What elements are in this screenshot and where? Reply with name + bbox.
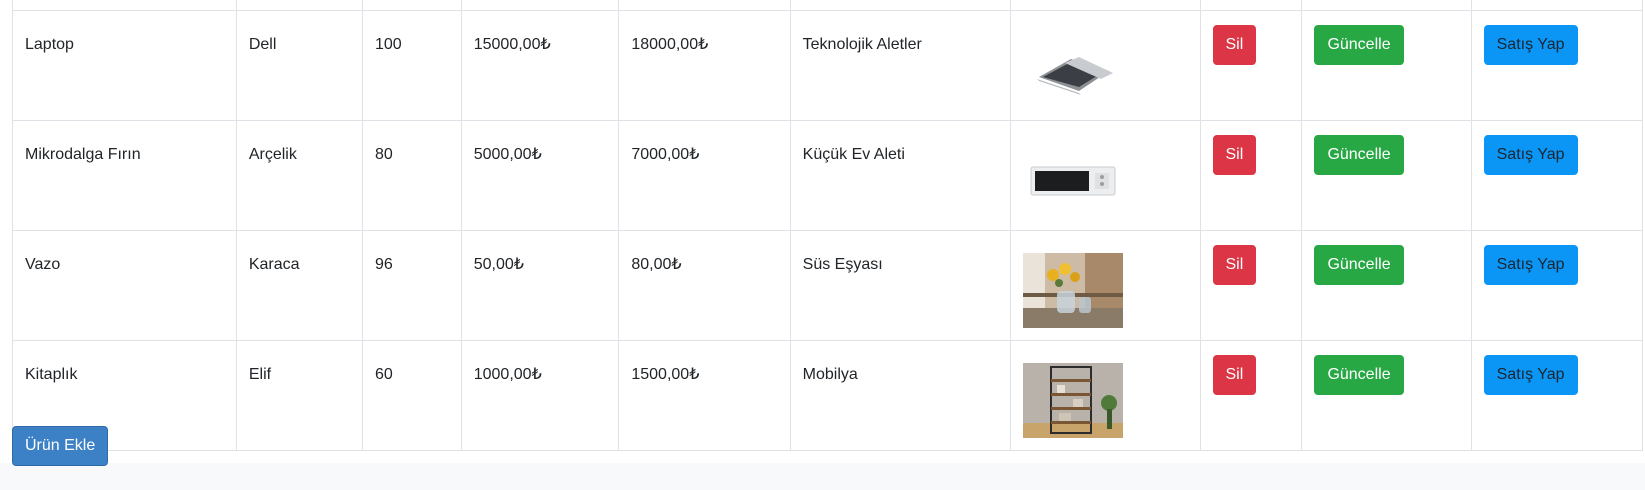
product-image-cell bbox=[1010, 339, 1201, 451]
product-purchase-price: 1000,00₺ bbox=[460, 339, 620, 451]
add-product-button[interactable]: Ürün Ekle bbox=[12, 426, 109, 466]
microwave-image bbox=[1030, 166, 1116, 195]
footer-background bbox=[0, 463, 1645, 490]
product-purchase-price: 50,00₺ bbox=[460, 229, 620, 341]
product-stock: 100 bbox=[361, 9, 462, 121]
update-button[interactable]: Güncelle bbox=[1314, 244, 1404, 285]
table-row: Kitaplık Elif 60 1000,00₺ 1500,00₺ Mobil… bbox=[12, 339, 1644, 451]
product-purchase-price: 15000,00₺ bbox=[460, 9, 620, 121]
sell-button[interactable]: Satış Yap bbox=[1483, 354, 1578, 395]
products-table: Laptop Dell 100 15000,00₺ 18000,00₺ Tekn… bbox=[12, 0, 1644, 451]
table-row: Mikrodalga Fırın Arçelik 80 5000,00₺ 700… bbox=[12, 119, 1644, 231]
product-sale-price: 80,00₺ bbox=[618, 229, 791, 341]
product-name: Laptop bbox=[12, 9, 237, 121]
bookshelf-image bbox=[1023, 362, 1124, 438]
product-brand: Dell bbox=[235, 9, 363, 121]
sell-button[interactable]: Satış Yap bbox=[1483, 24, 1578, 65]
product-brand: Karaca bbox=[235, 229, 363, 341]
product-stock: 80 bbox=[361, 119, 462, 231]
delete-button[interactable]: Sil bbox=[1212, 354, 1257, 395]
product-sale-price: 18000,00₺ bbox=[618, 9, 791, 121]
laptop-image bbox=[1037, 56, 1114, 95]
product-category: Teknolojik Aletler bbox=[789, 9, 1012, 121]
product-category: Mobilya bbox=[789, 339, 1012, 451]
product-sale-price: 7000,00₺ bbox=[618, 119, 791, 231]
update-button[interactable]: Güncelle bbox=[1314, 24, 1404, 65]
product-category: Süs Eşyası bbox=[789, 229, 1012, 341]
vase-image bbox=[1023, 252, 1124, 328]
update-button[interactable]: Güncelle bbox=[1314, 354, 1404, 395]
delete-button[interactable]: Sil bbox=[1212, 24, 1257, 65]
sell-button[interactable]: Satış Yap bbox=[1483, 244, 1578, 285]
product-name: Vazo bbox=[12, 229, 237, 341]
product-category: Küçük Ev Aleti bbox=[789, 119, 1012, 231]
product-purchase-price: 5000,00₺ bbox=[460, 119, 620, 231]
table-row-previous bbox=[12, 0, 1644, 11]
delete-button[interactable]: Sil bbox=[1212, 134, 1257, 175]
table-row: Laptop Dell 100 15000,00₺ 18000,00₺ Tekn… bbox=[12, 9, 1644, 121]
product-sale-price: 1500,00₺ bbox=[618, 339, 791, 451]
product-brand: Elif bbox=[235, 339, 363, 451]
product-brand: Arçelik bbox=[235, 119, 363, 231]
product-image-cell bbox=[1010, 9, 1201, 121]
product-stock: 96 bbox=[361, 229, 462, 341]
product-name: Mikrodalga Fırın bbox=[12, 119, 237, 231]
sell-button[interactable]: Satış Yap bbox=[1483, 134, 1578, 175]
product-image-cell bbox=[1010, 119, 1201, 231]
product-image-cell bbox=[1010, 229, 1201, 341]
product-stock: 60 bbox=[361, 339, 462, 451]
delete-button[interactable]: Sil bbox=[1212, 244, 1257, 285]
update-button[interactable]: Güncelle bbox=[1314, 134, 1404, 175]
table-row: Vazo Karaca 96 50,00₺ 80,00₺ Süs Eşyası bbox=[12, 229, 1644, 341]
